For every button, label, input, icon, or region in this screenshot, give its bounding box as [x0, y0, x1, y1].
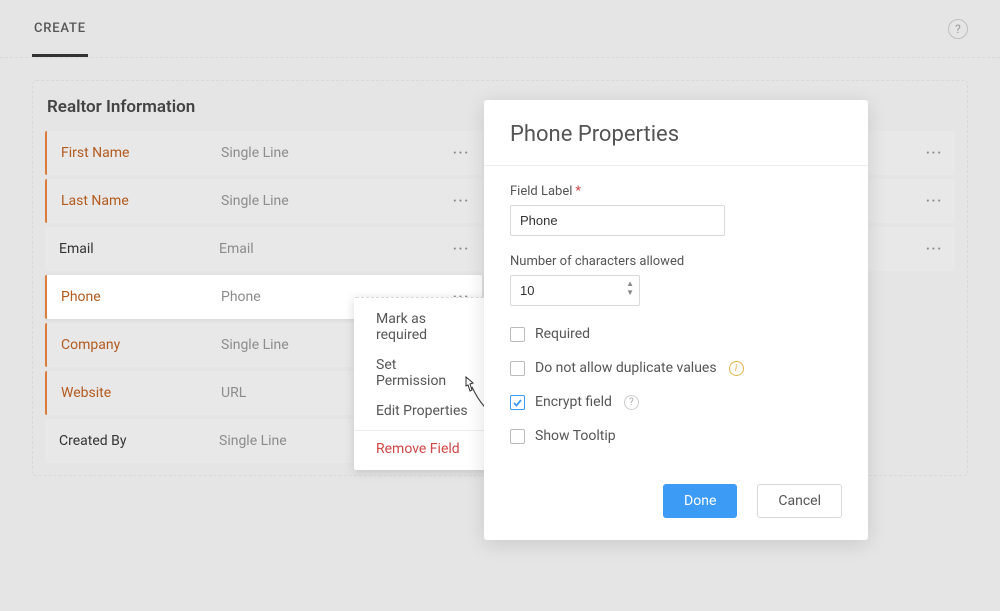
properties-modal: Phone Properties Field Label* Number of …	[484, 100, 868, 540]
context-menu: Mark as required Set Permission Edit Pro…	[354, 297, 490, 470]
field-label: Email	[59, 241, 219, 257]
no-dupe-checkbox-row[interactable]: Do not allow duplicate values i	[510, 360, 842, 376]
tab-create[interactable]: CREATE	[32, 1, 88, 57]
checkbox-icon[interactable]	[510, 395, 525, 410]
modal-footer: Done Cancel	[484, 470, 868, 540]
field-type: URL	[221, 385, 246, 401]
stepper-icon[interactable]: ▲▼	[626, 279, 634, 297]
cancel-button[interactable]: Cancel	[757, 484, 842, 518]
modal-header: Phone Properties	[484, 100, 868, 166]
ctx-set-permission[interactable]: Set Permission	[354, 350, 490, 396]
field-type: Single Line	[219, 433, 287, 449]
encrypt-checkbox-row[interactable]: Encrypt field ?	[510, 394, 842, 410]
modal-body: Field Label* Number of characters allowe…	[484, 166, 868, 470]
field-row[interactable]: First Name Single Line ···	[45, 131, 482, 175]
encrypt-label: Encrypt field	[535, 394, 612, 410]
tooltip-checkbox-row[interactable]: Show Tooltip	[510, 428, 842, 444]
field-row[interactable]: Last Name Single Line ···	[45, 179, 482, 223]
modal-title: Phone Properties	[510, 122, 842, 147]
more-icon[interactable]: ···	[923, 179, 945, 223]
help-icon[interactable]: ?	[624, 395, 639, 410]
field-label: Company	[61, 337, 221, 353]
ctx-remove-field[interactable]: Remove Field	[354, 430, 490, 464]
checkbox-icon[interactable]	[510, 429, 525, 444]
char-count-label: Number of characters allowed	[510, 254, 842, 269]
field-label: Created By	[59, 433, 219, 449]
page-header: CREATE ?	[0, 0, 1000, 58]
done-button[interactable]: Done	[663, 484, 737, 518]
field-label: Phone	[61, 289, 221, 305]
field-label-label: Field Label*	[510, 184, 842, 199]
char-count-input[interactable]	[510, 275, 640, 306]
checkbox-icon[interactable]	[510, 327, 525, 342]
field-row[interactable]: Email Email ···	[45, 227, 482, 271]
field-type: Single Line	[221, 193, 289, 209]
field-type: Single Line	[221, 145, 289, 161]
required-label: Required	[535, 326, 590, 342]
ctx-mark-required[interactable]: Mark as required	[354, 304, 490, 350]
checkbox-icon[interactable]	[510, 361, 525, 376]
ctx-edit-properties[interactable]: Edit Properties	[354, 396, 490, 426]
field-label: Website	[61, 385, 221, 401]
field-type: Single Line	[221, 337, 289, 353]
field-label: First Name	[61, 145, 221, 161]
field-type: Phone	[221, 289, 261, 305]
required-checkbox-row[interactable]: Required	[510, 326, 842, 342]
more-icon[interactable]: ···	[923, 131, 945, 175]
more-icon[interactable]: ···	[923, 227, 945, 271]
tooltip-label: Show Tooltip	[535, 428, 616, 444]
no-dupe-label: Do not allow duplicate values	[535, 360, 717, 376]
field-label: Last Name	[61, 193, 221, 209]
more-icon[interactable]: ···	[450, 179, 472, 223]
field-type: Email	[219, 241, 254, 257]
more-icon[interactable]: ···	[450, 227, 472, 271]
more-icon[interactable]: ···	[450, 131, 472, 175]
help-icon[interactable]: ?	[948, 19, 968, 39]
info-icon[interactable]: i	[729, 361, 744, 376]
field-label-input[interactable]	[510, 205, 725, 236]
